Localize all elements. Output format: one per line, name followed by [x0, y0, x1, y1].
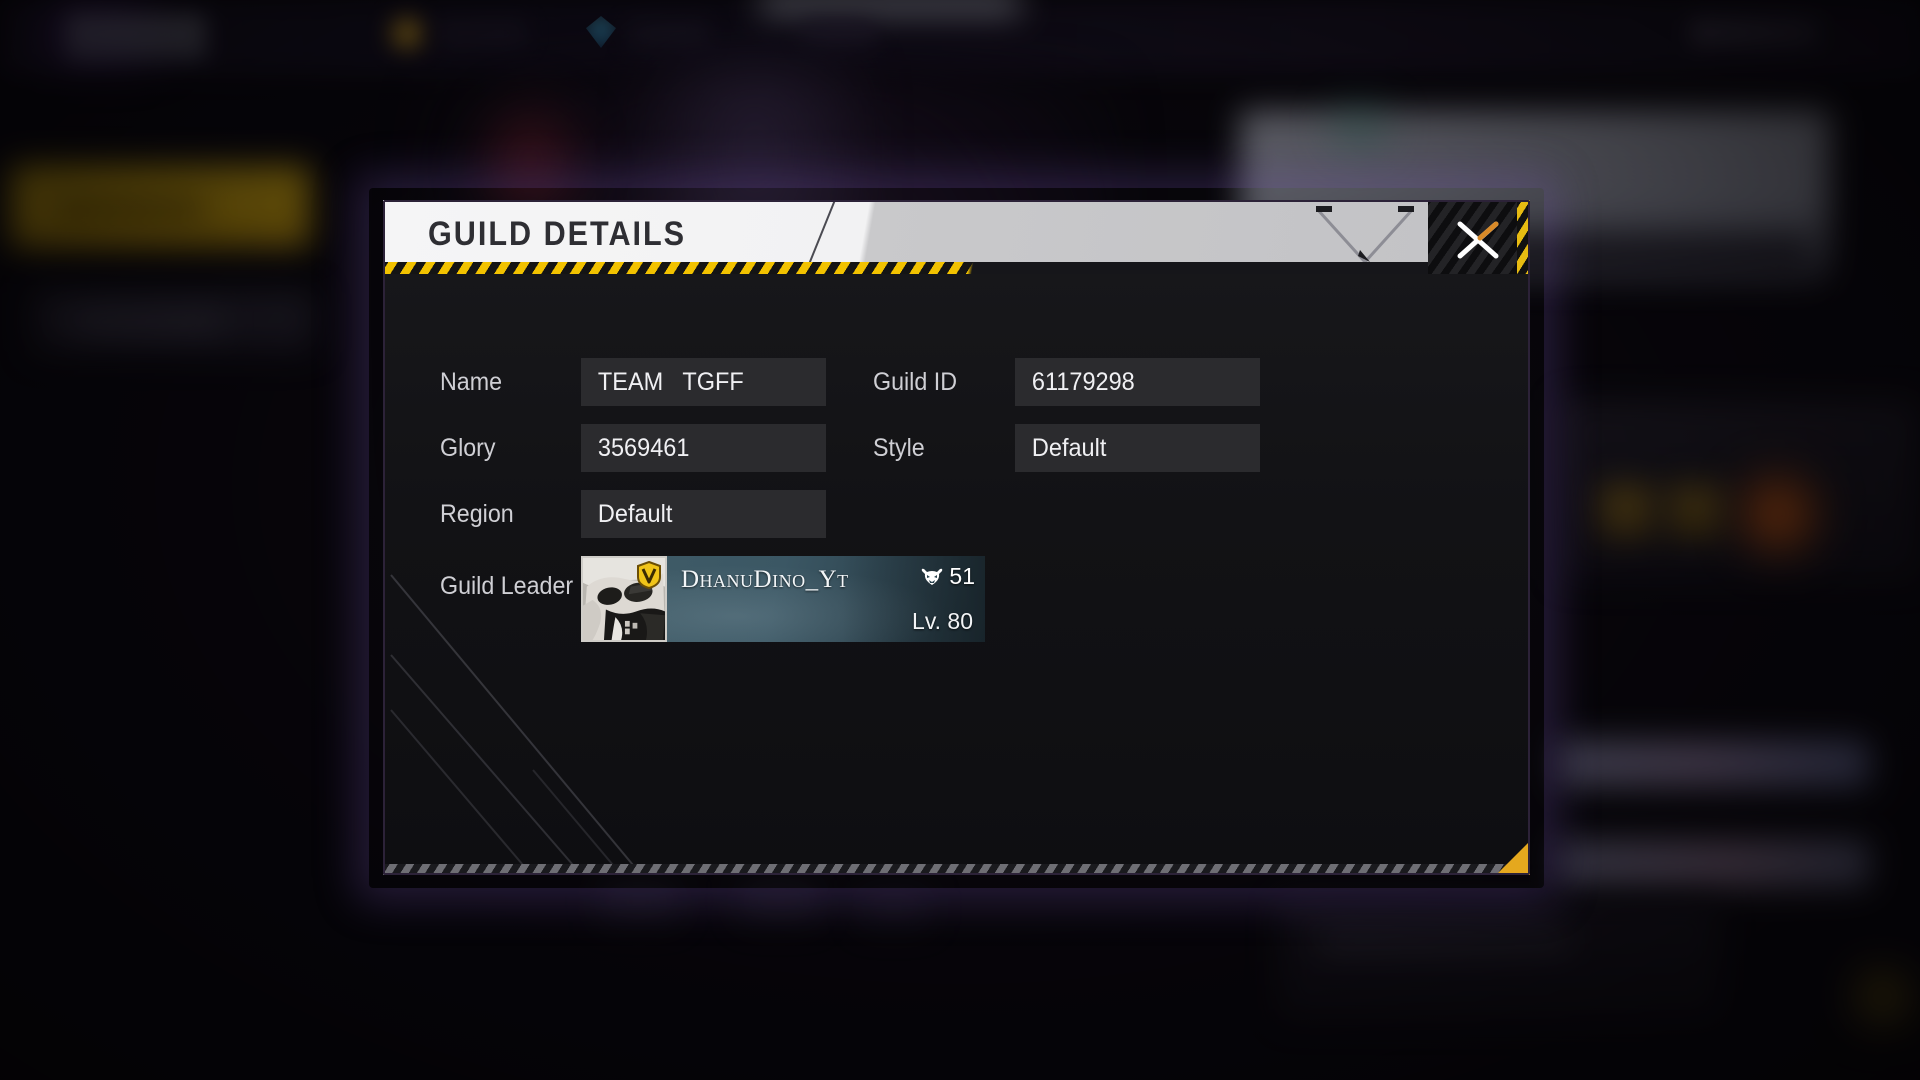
field-box-region[interactable]: Default [581, 490, 826, 538]
field-box-guild-id[interactable]: 61179298 [1015, 358, 1260, 406]
guild-leader-rank-value: 51 [949, 563, 975, 589]
bottom-hazard-stripe [383, 864, 1530, 875]
guild-leader-info-banner: DhanuDino_Yt 51 Lv. 80 [667, 556, 985, 642]
field-label-style: Style [873, 434, 925, 462]
field-label-guild-id: Guild ID [873, 368, 957, 396]
field-row-guild-leader: Guild Leader DhanuDino_Yt 51 Lv. 80 [383, 556, 1530, 642]
guild-leader-level: Lv. 80 [912, 608, 973, 634]
field-label-region: Region [440, 500, 514, 528]
close-button-hazard-stripe [1517, 200, 1530, 280]
v-badge-icon [637, 561, 661, 589]
field-value-style: Default [1031, 433, 1107, 462]
guild-details-form: Name TEAM TGFF Glory 3569461 Region Defa… [383, 274, 1530, 875]
avatar[interactable] [581, 556, 667, 642]
field-row-style: Style Default [383, 424, 1530, 472]
page-title: GUILD DETAILS [428, 215, 687, 253]
field-box-style[interactable]: Default [1015, 424, 1260, 472]
field-row-region: Region Default [383, 490, 1530, 538]
field-row-guild-id: Guild ID 61179298 [383, 358, 1530, 406]
bottom-right-accent-triangle [1496, 841, 1530, 875]
field-label-guild-leader: Guild Leader [440, 572, 574, 600]
titlebar-hazard-mask [383, 262, 1428, 274]
field-value-guild-id: 61179298 [1031, 367, 1135, 396]
guild-details-dialog: GUILD DETAILS Name TEAM TGFF Glory 35694… [383, 200, 1530, 875]
field-value-region: Default [597, 499, 673, 528]
guild-leader-name: DhanuDino_Yt [681, 566, 849, 593]
dialog-titlebar: GUILD DETAILS [383, 200, 1428, 274]
dialog-body: Name TEAM TGFF Glory 3569461 Region Defa… [383, 274, 1530, 875]
close-button[interactable] [1428, 200, 1530, 280]
guild-leader-card[interactable]: DhanuDino_Yt 51 Lv. 80 [581, 556, 985, 642]
guild-leader-rank: 51 [920, 563, 975, 590]
close-x-icon[interactable] [1454, 218, 1502, 262]
oni-mask-icon [922, 568, 943, 585]
